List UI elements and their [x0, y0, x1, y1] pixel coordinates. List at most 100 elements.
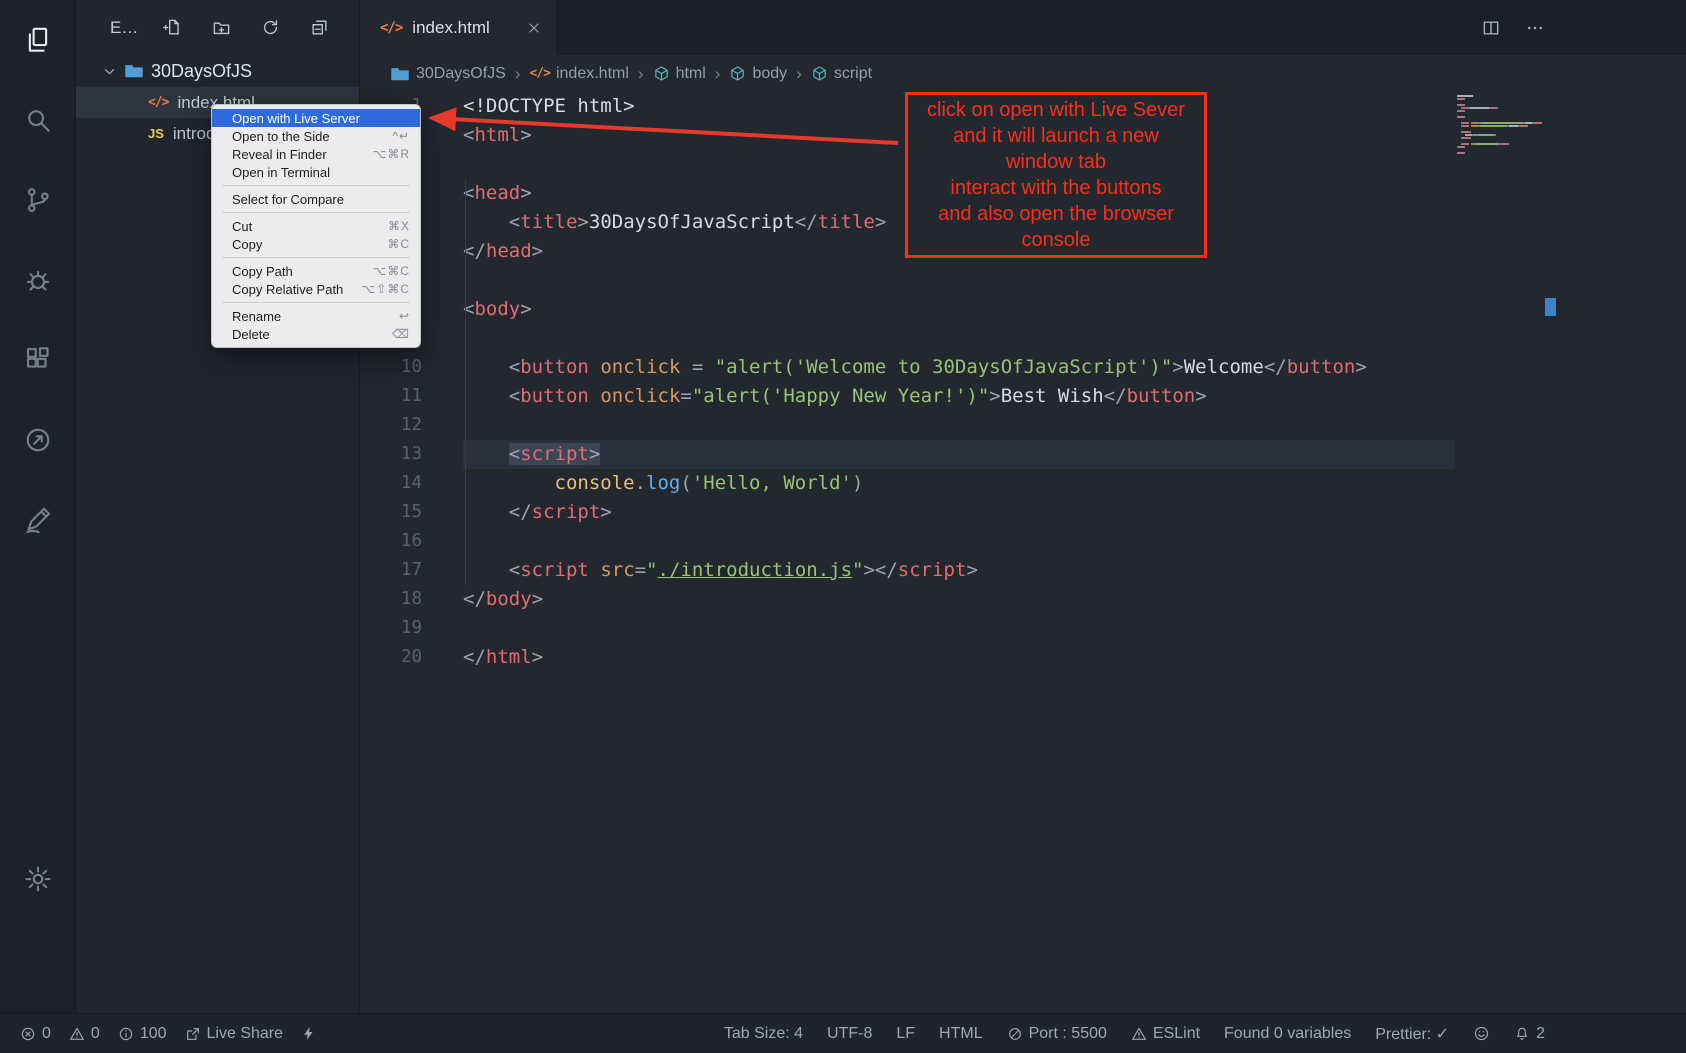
overview-ruler-mark — [1545, 298, 1556, 316]
status-label: Found 0 variables — [1224, 1025, 1351, 1043]
menu-item-cut[interactable]: Cut⌘X — [212, 217, 420, 235]
status-utf-8[interactable]: UTF-8 — [827, 1025, 872, 1043]
status-lightning-icon[interactable] — [301, 1025, 316, 1042]
menu-separator — [222, 257, 410, 258]
folder-icon — [390, 64, 410, 84]
js-file-icon: JS — [148, 126, 164, 141]
bell-icon — [1514, 1026, 1530, 1042]
status-label: Live Share — [207, 1025, 284, 1043]
breadcrumb-item-30daysofjs[interactable]: 30DaysOfJS — [390, 64, 506, 84]
context-menu: Open with Live Server Open to the Side ^↵ R… — [211, 104, 421, 348]
breadcrumb-separator: › — [715, 64, 721, 84]
status-0[interactable]: 0 — [20, 1025, 51, 1043]
breadcrumb-item-script[interactable]: script — [811, 65, 872, 83]
menu-item-shortcut: ⌥⇧⌘C — [361, 282, 410, 296]
status-eslint[interactable]: ESLint — [1131, 1025, 1200, 1043]
status-0[interactable]: 0 — [69, 1025, 100, 1043]
menu-item-label: Cut — [232, 219, 252, 234]
lightning-icon — [301, 1025, 316, 1042]
status-2[interactable]: 2 — [1514, 1025, 1545, 1043]
error-icon — [20, 1026, 36, 1042]
line-number: 15 — [360, 498, 422, 527]
tab-bar-actions — [1481, 0, 1686, 55]
folder-icon — [124, 61, 144, 81]
refresh-icon[interactable] — [261, 18, 280, 37]
new-folder-icon — [212, 18, 231, 37]
smiley-icon — [1473, 1025, 1490, 1042]
status-smiley-icon[interactable] — [1473, 1025, 1490, 1042]
annotation-line: and also open the browser — [912, 201, 1200, 227]
status-port-5500[interactable]: Port : 5500 — [1007, 1025, 1107, 1043]
status-label: ESLint — [1153, 1025, 1200, 1043]
explorer-title: E… — [110, 18, 138, 38]
status-label: HTML — [939, 1025, 983, 1043]
activity-run-debug-icon[interactable] — [14, 256, 62, 304]
more-actions-icon[interactable] — [1525, 18, 1545, 38]
editor-right-rail — [1455, 92, 1686, 1013]
folder-row-30daysofjs[interactable]: 30DaysOfJS — [76, 55, 359, 87]
activity-source-control-icon[interactable] — [14, 176, 62, 224]
status-prettier[interactable]: Prettier: ✓ — [1375, 1024, 1449, 1044]
menu-item-open-in-terminal[interactable]: Open in Terminal — [212, 163, 420, 181]
warning-icon — [69, 1026, 85, 1042]
new-folder-icon[interactable] — [212, 18, 231, 37]
activity-live-share-circle-icon[interactable] — [14, 416, 62, 464]
status-html[interactable]: HTML — [939, 1025, 983, 1043]
tab-index-html[interactable]: </> index.html — [360, 0, 556, 55]
split-editor-icon[interactable] — [1481, 18, 1501, 38]
warning-icon — [1131, 1026, 1147, 1042]
menu-item-label: Delete — [232, 327, 270, 342]
status-label: UTF-8 — [827, 1025, 872, 1043]
collapse-all-icon[interactable] — [310, 18, 329, 37]
menu-item-copy[interactable]: Copy⌘C — [212, 235, 420, 253]
activity-settings-gear-icon[interactable] — [14, 855, 62, 903]
activity-search-icon[interactable] — [14, 96, 62, 144]
new-file-icon — [163, 18, 182, 37]
breadcrumb-item-html[interactable]: html — [653, 65, 706, 83]
menu-item-open-with-live-server[interactable]: Open with Live Server — [212, 109, 420, 127]
code-icon: </> — [529, 66, 549, 81]
symbol-icon — [729, 65, 746, 82]
status-found-0-variables[interactable]: Found 0 variables — [1224, 1025, 1351, 1043]
tab-bar: </> index.html — [360, 0, 1686, 55]
html-file-icon: </> — [380, 20, 402, 36]
indent-guide — [465, 179, 466, 585]
menu-item-select-for-compare[interactable]: Select for Compare — [212, 190, 420, 208]
status-tab-size-4[interactable]: Tab Size: 4 — [724, 1025, 803, 1043]
breadcrumb-separator: › — [638, 64, 644, 84]
breadcrumb-label: body — [752, 65, 787, 83]
activity-pen-tool-icon[interactable] — [14, 496, 62, 544]
menu-separator — [222, 302, 410, 303]
status-live-share[interactable]: Live Share — [185, 1025, 284, 1043]
close-icon[interactable] — [526, 20, 542, 36]
symbol-icon — [653, 65, 670, 82]
menu-item-label: Open to the Side — [232, 129, 330, 144]
split-editor-icon — [1481, 18, 1501, 38]
port-icon — [1007, 1026, 1023, 1042]
menu-item-shortcut: ⌥⌘C — [373, 264, 411, 278]
breadcrumb-item-body[interactable]: body — [729, 65, 787, 83]
menu-item-shortcut: ⌥⌘R — [373, 147, 411, 161]
menu-item-copy-path[interactable]: Copy Path⌥⌘C — [212, 262, 420, 280]
minimap[interactable] — [1457, 95, 1549, 155]
breadcrumb-item-index-html[interactable]: </>index.html — [529, 65, 628, 83]
status-100[interactable]: 100 — [118, 1025, 167, 1043]
line-number: 19 — [360, 614, 422, 643]
menu-item-open-to-the-side[interactable]: Open to the Side ^↵ — [212, 127, 420, 145]
status-label: LF — [896, 1025, 915, 1043]
menu-item-reveal-in-finder[interactable]: Reveal in Finder⌥⌘R — [212, 145, 420, 163]
activity-explorer-icon[interactable] — [14, 16, 62, 64]
activity-extensions-icon[interactable] — [14, 336, 62, 384]
menu-item-copy-relative-path[interactable]: Copy Relative Path⌥⇧⌘C — [212, 280, 420, 298]
new-file-icon[interactable] — [163, 18, 182, 37]
menu-item-delete[interactable]: Delete⌫ — [212, 325, 420, 343]
activity-bar — [0, 0, 76, 1013]
menu-item-rename[interactable]: Rename↩ — [212, 307, 420, 325]
status-lf[interactable]: LF — [896, 1025, 915, 1043]
menu-item-label: Select for Compare — [232, 192, 344, 207]
menu-item-shortcut: ^↵ — [392, 129, 410, 143]
explorer-actions — [163, 18, 329, 37]
extensions-icon — [23, 345, 53, 375]
status-label: Prettier: ✓ — [1375, 1024, 1449, 1044]
annotation-line: click on open with Live Sever — [912, 97, 1200, 123]
